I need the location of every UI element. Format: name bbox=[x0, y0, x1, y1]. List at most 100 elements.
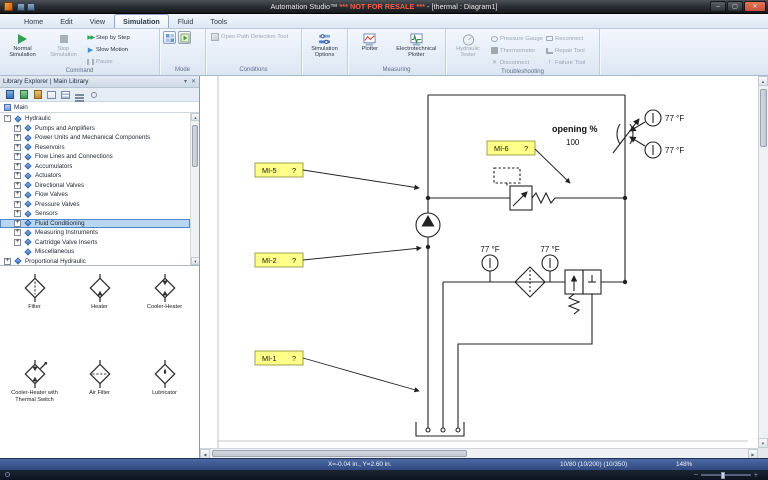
reconnect-button[interactable]: Reconnect bbox=[544, 33, 596, 44]
diagram-canvas[interactable]: opening % 100 77 °F 77 °F 77 °F 77 °F MI… bbox=[200, 76, 758, 448]
pipe[interactable] bbox=[457, 294, 593, 428]
tree-item-flow-valves[interactable]: + Flow Valves bbox=[0, 190, 190, 200]
palette-item-lubricator[interactable]: Lubricator bbox=[132, 358, 197, 442]
disconnect-button[interactable]: ✕ Disconnect bbox=[489, 57, 543, 68]
expand-icon[interactable]: + bbox=[14, 238, 21, 246]
expand-icon[interactable]: + bbox=[14, 191, 21, 199]
expand-icon[interactable]: + bbox=[4, 257, 11, 265]
expand-icon[interactable]: + bbox=[14, 134, 21, 142]
mi6-label[interactable]: MI-6 ? bbox=[486, 140, 571, 184]
plotter-button[interactable]: Plotter bbox=[351, 31, 389, 52]
mi1-label[interactable]: MI-1 ? bbox=[254, 350, 420, 393]
thermometer-button[interactable]: Thermometer bbox=[489, 45, 543, 56]
pipe[interactable] bbox=[601, 198, 626, 283]
vertical-scrollbar[interactable]: ▲ ▼ bbox=[758, 76, 768, 448]
zoom-in-icon[interactable]: + bbox=[754, 472, 758, 479]
open-library-icon[interactable] bbox=[18, 89, 29, 100]
expand-icon[interactable]: + bbox=[14, 229, 21, 237]
pause-button[interactable]: Pause bbox=[85, 56, 132, 67]
catalog-selector[interactable]: Main bbox=[0, 102, 199, 113]
zoom-thumb[interactable] bbox=[720, 471, 725, 479]
reservoir-symbol[interactable] bbox=[415, 422, 465, 437]
directional-valve-symbol[interactable] bbox=[564, 269, 602, 315]
palette-item-air-filter[interactable]: Air Filter bbox=[67, 358, 132, 442]
tree-item-power-units-and-mechanical-components[interactable]: + Power Units and Mechanical Components bbox=[0, 133, 190, 143]
open-path-detection-button[interactable]: Open Path Detection Tool bbox=[209, 31, 290, 42]
palette-item-heater[interactable]: Heater bbox=[67, 272, 132, 356]
variable-orifice-symbol[interactable] bbox=[612, 118, 640, 154]
details-view-icon[interactable] bbox=[60, 89, 71, 100]
temperature-gauge[interactable] bbox=[629, 109, 662, 132]
expand-icon[interactable]: + bbox=[14, 172, 21, 180]
mi2-label[interactable]: MI-2 ? bbox=[254, 245, 422, 268]
tab-edit[interactable]: Edit bbox=[52, 15, 80, 28]
zoom-track[interactable] bbox=[700, 471, 751, 479]
scroll-thumb[interactable] bbox=[212, 450, 467, 457]
expand-icon[interactable]: + bbox=[14, 219, 21, 227]
hydraulic-tester-button[interactable]: Hydraulic Tester bbox=[449, 31, 487, 59]
scroll-thumb[interactable] bbox=[760, 89, 767, 147]
palette-item-cooler-heater[interactable]: Cooler-Heater bbox=[132, 272, 197, 356]
normal-simulation-button[interactable]: Normal Simulation bbox=[3, 31, 42, 59]
mi5-label[interactable]: MI-5 ? bbox=[254, 162, 420, 190]
tree-item-pressure-valves[interactable]: + Pressure Valves bbox=[0, 200, 190, 210]
temperature-gauge[interactable] bbox=[481, 254, 499, 282]
palette-item-cooler-heater-with-thermal-switch[interactable]: Cooler-Heater with Thermal Switch bbox=[2, 358, 67, 442]
design-mode-icon[interactable] bbox=[163, 31, 176, 44]
horizontal-scrollbar[interactable]: ◀ ▶ bbox=[200, 448, 758, 459]
simulation-options-button[interactable]: Simulation Options bbox=[305, 31, 344, 59]
scroll-down-icon[interactable]: ▼ bbox=[758, 438, 768, 448]
expand-icon[interactable]: + bbox=[14, 124, 21, 132]
failure-tool-button[interactable]: ! Failure Tool bbox=[544, 57, 596, 68]
tree-item-actuators[interactable]: + Actuators bbox=[0, 171, 190, 181]
expand-icon[interactable]: + bbox=[14, 143, 21, 151]
panel-close-icon[interactable]: ✕ bbox=[191, 78, 196, 85]
repair-tool-button[interactable]: Repair Tool bbox=[544, 45, 596, 56]
tree-item-hydraulic[interactable]: - Hydraulic bbox=[0, 114, 190, 124]
tab-fluid[interactable]: Fluid bbox=[170, 15, 202, 28]
scroll-down-icon[interactable]: ▼ bbox=[191, 257, 199, 265]
scroll-thumb[interactable] bbox=[192, 125, 198, 167]
collapse-icon[interactable]: - bbox=[4, 115, 11, 123]
step-by-step-button[interactable]: ▶▶ Step by Step bbox=[85, 32, 132, 43]
expand-icon[interactable]: + bbox=[14, 153, 21, 161]
expand-icon[interactable]: + bbox=[14, 210, 21, 218]
zoom-slider[interactable]: − + bbox=[694, 471, 758, 479]
scroll-up-icon[interactable]: ▲ bbox=[191, 113, 199, 121]
main-library-icon[interactable] bbox=[4, 89, 15, 100]
tab-simulation[interactable]: Simulation bbox=[114, 14, 169, 28]
scroll-up-icon[interactable]: ▲ bbox=[758, 76, 768, 86]
tree-scrollbar[interactable]: ▲ ▼ bbox=[190, 113, 199, 265]
zoom-out-icon[interactable]: − bbox=[694, 472, 698, 479]
tab-home[interactable]: Home bbox=[16, 15, 51, 28]
maximize-icon[interactable]: ▢ bbox=[727, 1, 743, 12]
simulation-mode-icon[interactable] bbox=[178, 31, 191, 44]
relief-valve-symbol[interactable] bbox=[493, 167, 556, 211]
tree-item-miscellaneous[interactable]: Miscellaneous bbox=[0, 247, 190, 257]
tree-item-directional-valves[interactable]: + Directional Valves bbox=[0, 181, 190, 191]
tree-item-cartridge-valve-inserts[interactable]: + Cartridge Valve Inserts bbox=[0, 238, 190, 248]
tree-item-pumps-and-amplifiers[interactable]: + Pumps and Amplifiers bbox=[0, 124, 190, 134]
tree-item-sensors[interactable]: + Sensors bbox=[0, 209, 190, 219]
minimize-icon[interactable]: – bbox=[710, 1, 726, 12]
pin-icon[interactable] bbox=[88, 89, 99, 100]
pressure-gauge-button[interactable]: Pressure Gauge bbox=[489, 33, 543, 44]
tree-item-reservoirs[interactable]: + Reservoirs bbox=[0, 143, 190, 153]
expand-icon[interactable]: + bbox=[14, 200, 21, 208]
tab-tools[interactable]: Tools bbox=[202, 15, 235, 28]
save-icon[interactable] bbox=[17, 2, 25, 11]
temperature-gauge[interactable] bbox=[629, 136, 662, 159]
standards-icon[interactable] bbox=[32, 89, 43, 100]
tree-item-measuring-instruments[interactable]: + Measuring Instruments bbox=[0, 228, 190, 238]
tree-item-flow-lines-and-connections[interactable]: + Flow Lines and Connections bbox=[0, 152, 190, 162]
panel-menu-icon[interactable]: ▾ bbox=[184, 78, 187, 85]
list-view-icon[interactable] bbox=[46, 89, 57, 100]
tree-item-fluid-conditioning[interactable]: + Fluid Conditioning bbox=[0, 218, 190, 228]
tab-view[interactable]: View bbox=[82, 15, 113, 28]
slow-motion-button[interactable]: ▶ Slow Motion bbox=[85, 44, 132, 55]
undo-icon[interactable] bbox=[27, 2, 35, 11]
expand-icon[interactable]: + bbox=[14, 181, 21, 189]
palette-item-filter[interactable]: Filter bbox=[2, 272, 67, 356]
tree-item-proportional-hydraulic[interactable]: + Proportional Hydraulic bbox=[0, 257, 190, 266]
electrotechnical-plotter-button[interactable]: Electrotechnical Plotter bbox=[391, 31, 442, 59]
